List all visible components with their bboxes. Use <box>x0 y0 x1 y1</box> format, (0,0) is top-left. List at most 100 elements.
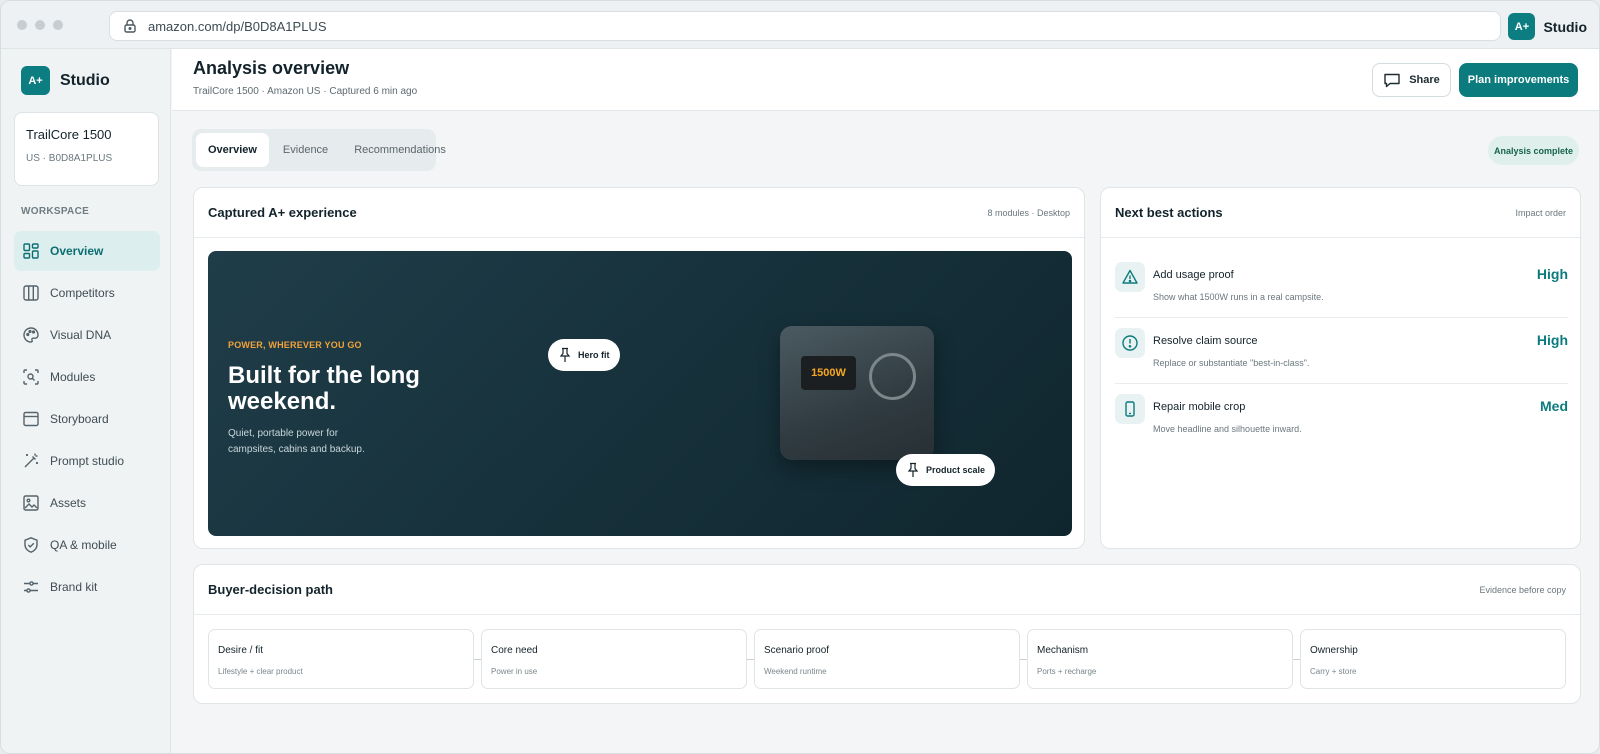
device-display: 1500W <box>801 356 856 390</box>
card-header: Captured A+ experience 8 modules · Deskt… <box>194 188 1084 238</box>
sidebar-item-prompt-studio[interactable]: Prompt studio <box>14 441 160 481</box>
workspace-label: WORKSPACE <box>21 206 90 217</box>
wand-icon <box>24 453 38 468</box>
path-steps: Desire / fit Lifestyle + clear product C… <box>208 629 1568 689</box>
step-title: Core need <box>491 645 538 656</box>
buyer-decision-path-card: Buyer-decision path Evidence before copy… <box>193 564 1581 704</box>
step-desc: Power in use <box>491 667 538 676</box>
path-step[interactable]: Desire / fit Lifestyle + clear product <box>208 629 474 689</box>
step-desc: Lifestyle + clear product <box>218 667 303 676</box>
action-priority: Med <box>1540 398 1568 414</box>
sidebar-logo: A+ <box>21 66 50 95</box>
product-selector[interactable]: TrailCore 1500 US · B0D8A1PLUS <box>14 112 159 186</box>
card-meta: 8 modules · Desktop <box>987 207 1070 218</box>
next-best-actions-card: Next best actions Impact order Add usage… <box>1100 187 1581 549</box>
hero-headline: Built for the long weekend. <box>228 362 420 415</box>
scan-icon <box>23 369 39 385</box>
pin-label: Hero fit <box>578 350 610 360</box>
sidebar-item-qa-mobile[interactable]: QA & mobile <box>14 525 160 565</box>
sidebar-item-visual-dna[interactable]: Visual DNA <box>14 315 160 355</box>
action-item[interactable]: Add usage proof Show what 1500W runs in … <box>1115 252 1568 318</box>
sidebar-item-modules[interactable]: Modules <box>14 357 160 397</box>
pin-product-scale[interactable]: Product scale <box>896 454 996 486</box>
sidebar-item-label: Prompt studio <box>50 454 125 468</box>
warning-icon <box>1122 269 1138 284</box>
sidebar-item-storyboard[interactable]: Storyboard <box>14 399 160 439</box>
step-title: Desire / fit <box>218 645 264 656</box>
action-priority: High <box>1536 266 1568 282</box>
sidebar-item-label: Storyboard <box>50 412 109 426</box>
hero-kicker: POWER, WHEREVER YOU GO <box>228 340 362 350</box>
mobile-icon <box>1125 401 1135 417</box>
action-item[interactable]: Repair mobile crop Move headline and sil… <box>1115 384 1568 450</box>
maximize-dot[interactable] <box>53 20 63 30</box>
step-title: Ownership <box>1310 645 1358 656</box>
pin-hero-fit[interactable]: Hero fit <box>548 339 620 371</box>
url-text[interactable]: amazon.com/dp/B0D8A1PLUS <box>148 19 326 34</box>
sliders-icon <box>24 581 38 593</box>
sidebar: A+ Studio TrailCore 1500 US · B0D8A1PLUS… <box>1 49 171 753</box>
sidebar-item-competitors[interactable]: Competitors <box>14 273 160 313</box>
page-subtitle: TrailCore 1500 · Amazon US · Captured 6 … <box>193 86 418 97</box>
action-icon-box <box>1115 328 1145 358</box>
card-meta: Evidence before copy <box>1479 584 1566 595</box>
image-icon <box>23 495 39 511</box>
tab-recommendations[interactable]: Recommendations <box>342 133 458 167</box>
storyboard-icon <box>23 411 39 427</box>
tab-overview[interactable]: Overview <box>196 133 269 167</box>
sidebar-item-label: Overview <box>50 244 104 258</box>
sidebar-item-brand-kit[interactable]: Brand kit <box>14 567 160 607</box>
product-name: TrailCore 1500 <box>26 127 112 142</box>
product-id: US · B0D8A1PLUS <box>26 153 113 164</box>
step-desc: Carry + store <box>1310 667 1357 676</box>
pin-label: Product scale <box>926 465 986 475</box>
sidebar-item-label: Visual DNA <box>50 328 112 342</box>
hero-body: Quiet, portable power for campsites, cab… <box>228 428 365 455</box>
minimize-dot[interactable] <box>35 20 45 30</box>
path-step[interactable]: Core need Power in use <box>481 629 747 689</box>
path-step[interactable]: Scenario proof Weekend runtime <box>754 629 1020 689</box>
sidebar-item-assets[interactable]: Assets <box>14 483 160 523</box>
page-title: Analysis overview <box>193 58 350 78</box>
action-icon-box <box>1115 262 1145 292</box>
shield-check-icon <box>24 537 38 553</box>
action-title: Add usage proof <box>1153 269 1234 281</box>
sidebar-item-overview[interactable]: Overview <box>14 231 160 271</box>
action-desc: Show what 1500W runs in a real campsite. <box>1153 292 1324 302</box>
action-item[interactable]: Resolve claim source Replace or substant… <box>1115 318 1568 384</box>
top-brand: A+ Studio <box>1508 13 1587 40</box>
plan-improvements-button[interactable]: Plan improvements <box>1459 63 1578 97</box>
sidebar-brand[interactable]: A+ Studio <box>21 66 110 95</box>
action-title: Repair mobile crop <box>1153 401 1246 413</box>
card-title: Next best actions <box>1115 205 1223 220</box>
grid-icon <box>23 243 39 259</box>
card-header: Buyer-decision path Evidence before copy <box>194 565 1580 615</box>
card-meta: Impact order <box>1515 207 1566 218</box>
sidebar-nav: Overview Competitors Visual DNA Modules … <box>14 231 160 609</box>
window-controls <box>17 20 63 30</box>
address-bar[interactable]: amazon.com/dp/B0D8A1PLUS <box>109 11 1501 41</box>
action-icon-box <box>1115 394 1145 424</box>
action-priority: High <box>1536 332 1568 348</box>
tab-evidence[interactable]: Evidence <box>271 133 340 167</box>
page-header: Analysis overview TrailCore 1500 · Amazo… <box>172 49 1599 111</box>
sidebar-item-label: Assets <box>50 496 87 510</box>
action-title: Resolve claim source <box>1153 335 1258 347</box>
product-render: 1500W <box>780 326 934 460</box>
action-desc: Replace or substantiate "best-in-class". <box>1153 358 1310 368</box>
sidebar-item-label: Brand kit <box>50 580 98 594</box>
pin-icon <box>907 462 919 477</box>
step-title: Scenario proof <box>764 645 830 656</box>
app-window: amazon.com/dp/B0D8A1PLUS A+ Studio A+ St… <box>0 0 1600 754</box>
hero-module-preview[interactable]: POWER, WHEREVER YOU GO Built for the lon… <box>208 251 1072 536</box>
browser-bar: amazon.com/dp/B0D8A1PLUS A+ Studio <box>1 1 1599 49</box>
sidebar-item-label: Competitors <box>50 286 115 300</box>
share-button[interactable]: Share <box>1372 63 1451 97</box>
step-title: Mechanism <box>1037 645 1089 656</box>
comment-icon <box>1384 73 1400 88</box>
close-dot[interactable] <box>17 20 27 30</box>
path-step[interactable]: Mechanism Ports + recharge <box>1027 629 1293 689</box>
view-tabs: Overview Evidence Recommendations <box>192 129 446 171</box>
lock-icon <box>124 19 136 33</box>
path-step[interactable]: Ownership Carry + store <box>1300 629 1566 689</box>
